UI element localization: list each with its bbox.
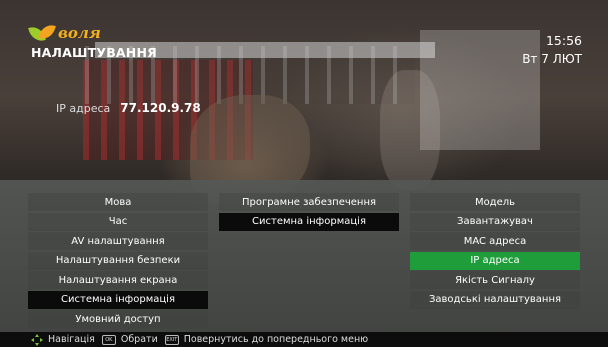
menu-item[interactable]: Програмне забезпечення	[219, 193, 399, 211]
menu-item[interactable]: Заводські налаштування	[410, 290, 580, 309]
menu-item[interactable]: Завантажувач	[410, 212, 580, 231]
navigate-hint: Навігація	[48, 334, 95, 345]
menu-item[interactable]: AV налаштування	[28, 232, 208, 251]
ip-value: 77.120.9.78	[120, 101, 201, 115]
tv-screen: воля НАЛАШТУВАННЯ 15:56 Вт 7 ЛЮТ IP адре…	[0, 0, 608, 347]
ip-info: IP адреса 77.120.9.78	[56, 101, 201, 115]
menu-item[interactable]: MAC адреса	[410, 232, 580, 251]
menu-item[interactable]: IP адреса	[410, 251, 580, 270]
menu-item[interactable]: Налаштування безпеки	[28, 251, 208, 270]
ok-key-icon: OK	[101, 334, 116, 345]
menu-item[interactable]: Мова	[28, 193, 208, 211]
ip-label: IP адреса	[56, 102, 111, 115]
menu-item[interactable]: Налаштування екрана	[28, 271, 208, 290]
menu-item[interactable]: Системна інформація	[28, 290, 208, 309]
select-hint: Обрати	[120, 334, 158, 345]
exit-key-icon: EXIT	[164, 334, 179, 345]
volia-logo-icon	[28, 22, 56, 44]
date: Вт 7 ЛЮТ	[522, 52, 582, 66]
settings-menu: Мова Час AV налаштування Налаштування безпе…	[0, 180, 608, 332]
back-hint: Повернутись до попереднього меню	[183, 334, 369, 345]
menu-item[interactable]: Умовний доступ	[28, 310, 208, 329]
menu-item[interactable]: Модель	[410, 193, 580, 211]
menu-column-details: Модель Завантажувач MAC адреса IP адреса Які…	[410, 193, 580, 311]
menu-item[interactable]: Час	[28, 212, 208, 231]
four-way-arrows-icon	[31, 333, 43, 346]
menu-item[interactable]: Системна інформація	[219, 212, 399, 231]
footer-hint-bar: Навігація OK Обрати EXIT Повернутись до …	[0, 332, 608, 347]
menu-item[interactable]: Якість Сигналу	[410, 271, 580, 290]
menu-column-main: Мова Час AV налаштування Налаштування безпе…	[28, 193, 208, 330]
menu-column-submenu: Програмне забезпечення Системна інформаці…	[219, 193, 399, 232]
logo: воля	[28, 22, 101, 44]
logo-text: воля	[58, 24, 101, 42]
page-title: НАЛАШТУВАННЯ	[31, 45, 157, 60]
background-rider	[380, 70, 440, 190]
clock: 15:56	[545, 33, 582, 48]
